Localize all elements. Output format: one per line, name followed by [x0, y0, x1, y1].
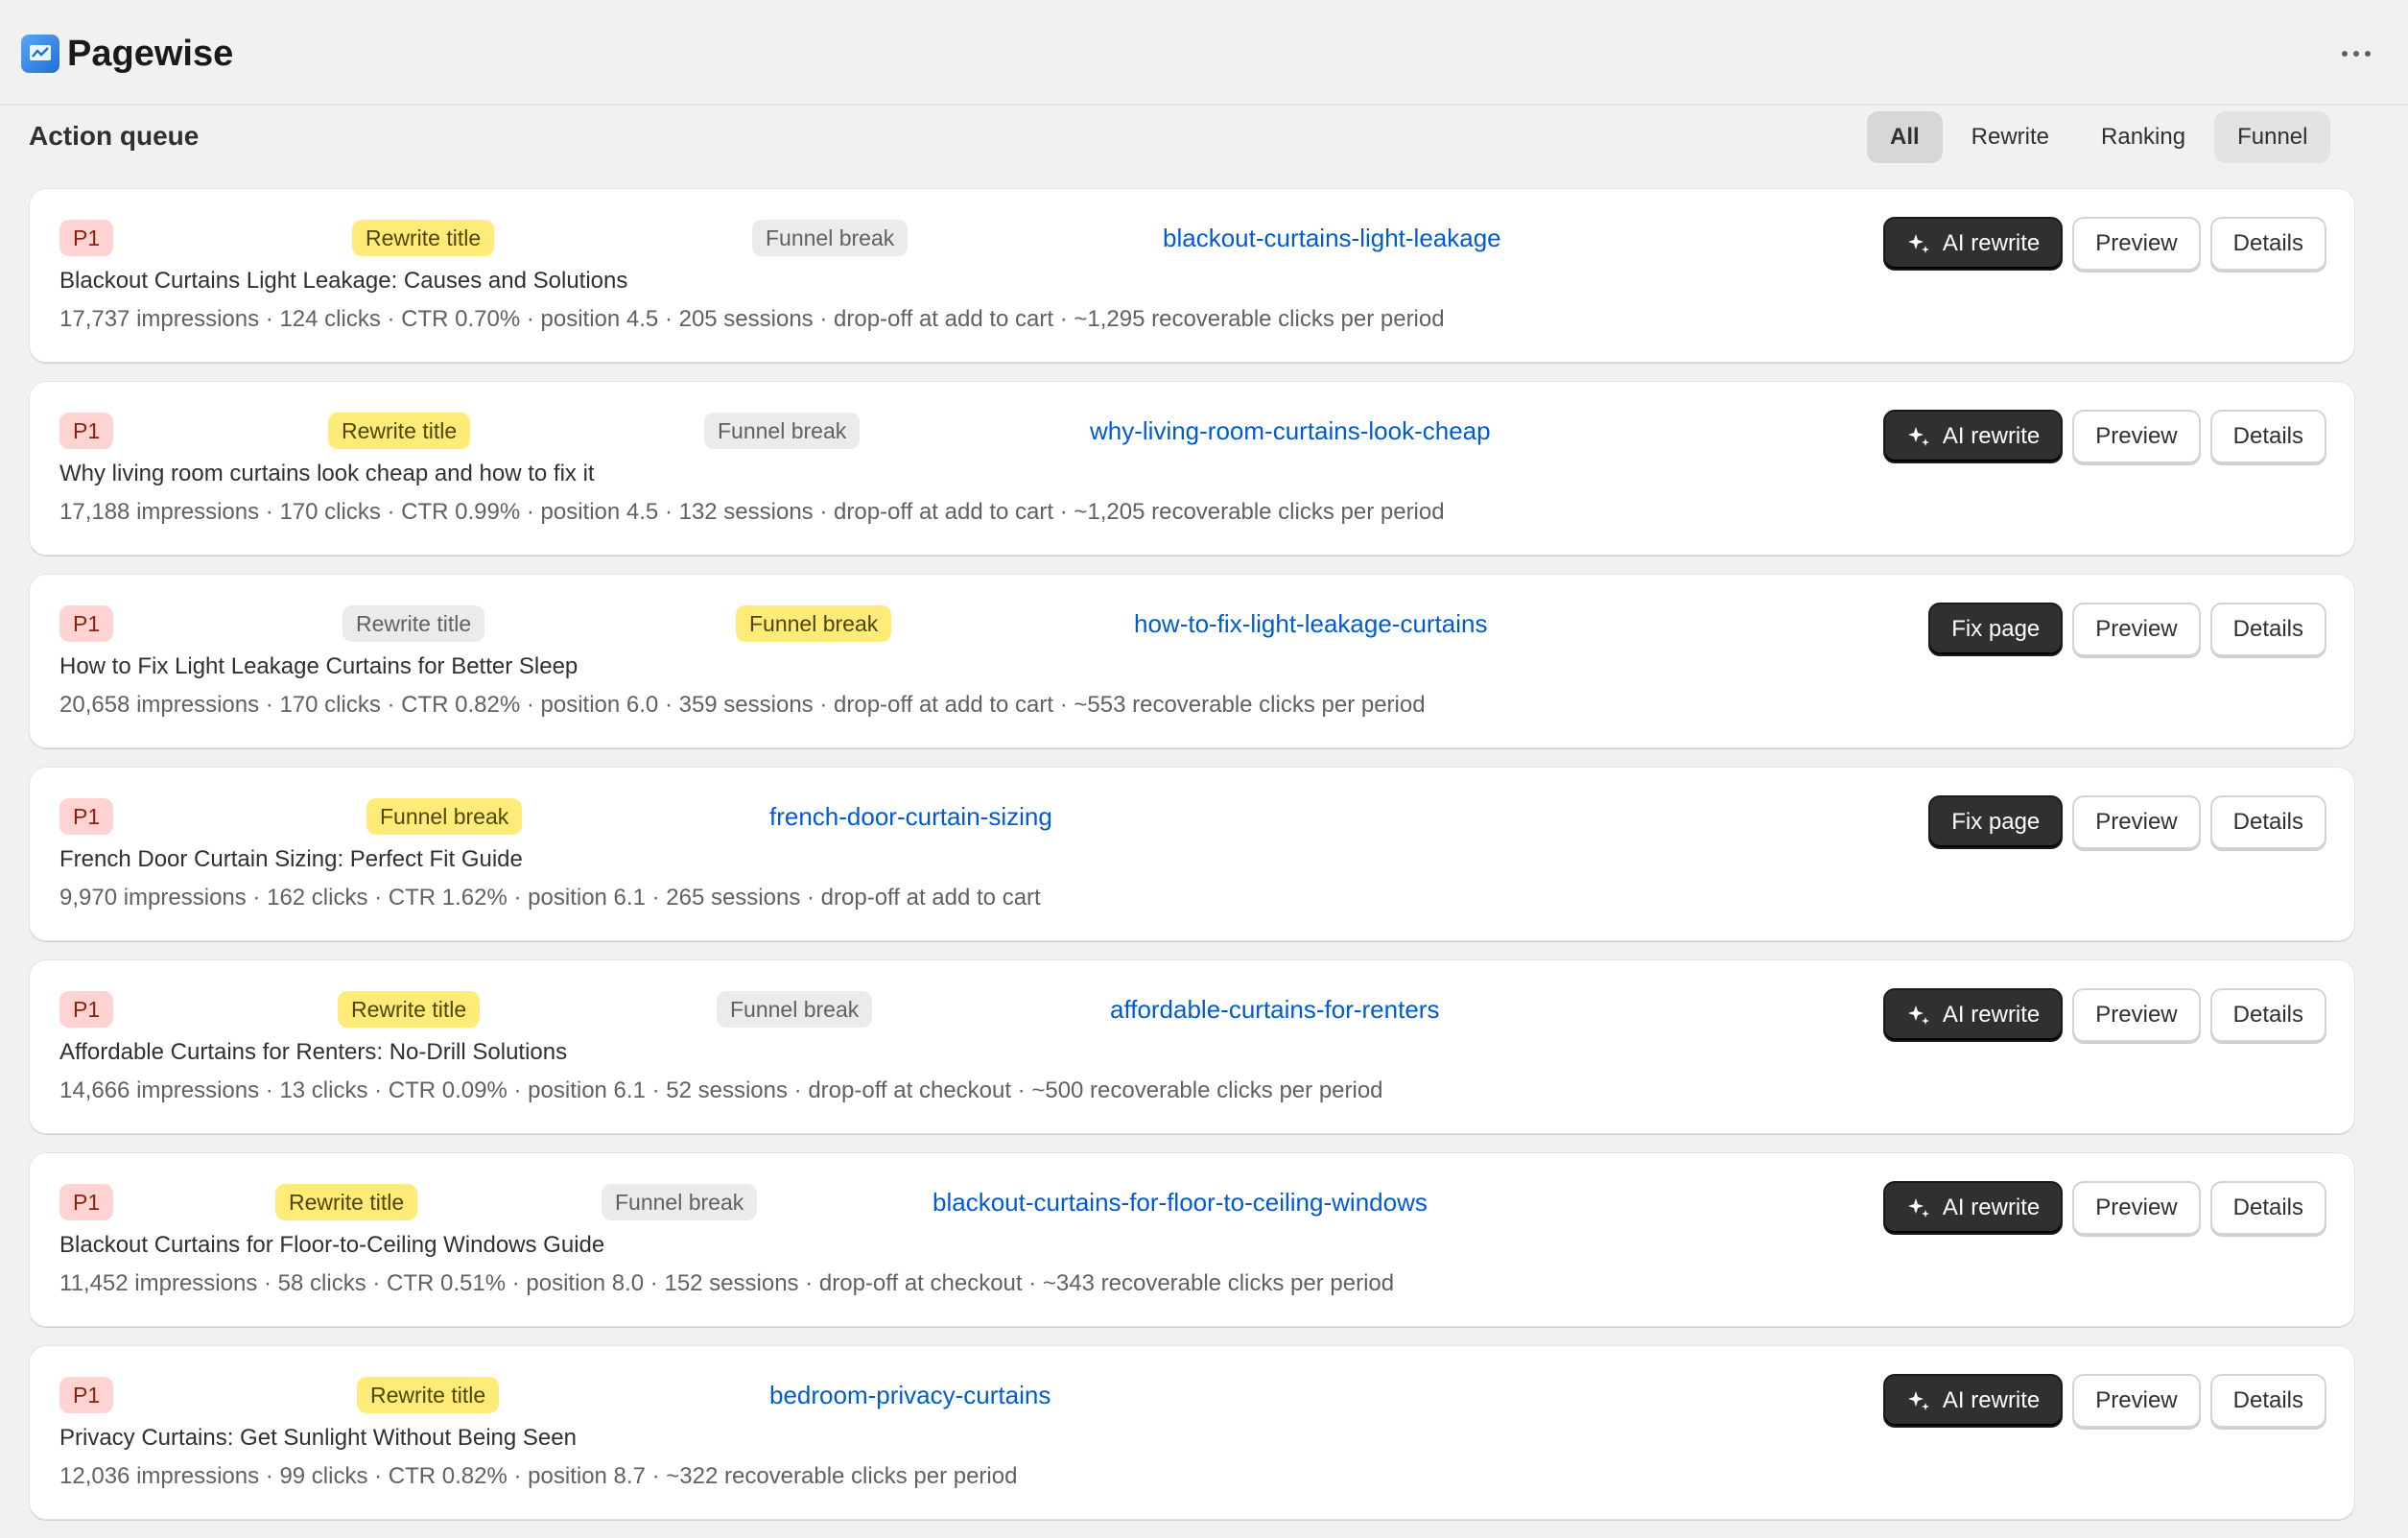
page-metrics: 17,188 impressions · 170 clicks · CTR 0.…: [59, 499, 1445, 525]
funnel-break-badge: Funnel break: [366, 798, 523, 835]
primary-action-label: AI rewrite: [1942, 1387, 2041, 1413]
details-button[interactable]: Details: [2209, 795, 2326, 849]
page-title: French Door Curtain Sizing: Perfect Fit …: [59, 846, 523, 872]
funnel-break-badge: Funnel break: [717, 991, 873, 1028]
details-button[interactable]: Details: [2209, 410, 2326, 463]
page-title: Privacy Curtains: Get Sunlight Without B…: [59, 1425, 577, 1451]
preview-button[interactable]: Preview: [2072, 603, 2201, 656]
rewrite-title-badge: Rewrite title: [328, 413, 471, 449]
page-title: Why living room curtains look cheap and …: [59, 461, 595, 486]
funnel-break-badge: Funnel break: [736, 605, 892, 642]
filter-tab-rewrite[interactable]: Rewrite: [1948, 111, 2072, 163]
priority-badge: P1: [59, 413, 114, 449]
queue-item-card: P1 Rewrite title Funnel break why-living-ro…: [29, 381, 2355, 556]
filter-tabs: All Rewrite Ranking Funnel: [1867, 111, 2331, 163]
priority-badge: P1: [59, 991, 114, 1028]
page-title: Blackout Curtains Light Leakage: Causes …: [59, 268, 628, 294]
priority-badge: P1: [59, 605, 114, 642]
primary-action-label: AI rewrite: [1942, 1195, 2041, 1220]
rewrite-title-badge: Rewrite title: [342, 605, 485, 642]
details-button[interactable]: Details: [2209, 603, 2326, 656]
queue-item-card: P1 Rewrite title Funnel break blackout-curt…: [29, 1152, 2355, 1327]
section-title: Action queue: [29, 121, 200, 151]
rewrite-title-badge: Rewrite title: [338, 991, 481, 1028]
priority-badge: P1: [59, 220, 114, 256]
preview-button[interactable]: Preview: [2072, 410, 2201, 463]
rewrite-title-badge: Rewrite title: [357, 1377, 500, 1413]
app-title: Pagewise: [67, 34, 234, 74]
ai-rewrite-button[interactable]: AI rewrite: [1882, 410, 2064, 463]
preview-button[interactable]: Preview: [2072, 1181, 2201, 1235]
fix-page-button[interactable]: Fix page: [1928, 603, 2064, 656]
fix-page-button[interactable]: Fix page: [1928, 795, 2064, 849]
action-queue-list: P1 Rewrite title Funnel break blackout-curt…: [29, 188, 2355, 1538]
item-actions: AI rewrite Preview Details: [1882, 988, 2326, 1042]
page-metrics: 20,658 impressions · 170 clicks · CTR 0.…: [59, 692, 1426, 718]
filter-tab-funnel[interactable]: Funnel: [2214, 111, 2331, 163]
item-actions: AI rewrite Preview Details: [1882, 1181, 2326, 1235]
page-slug-link[interactable]: french-door-curtain-sizing: [769, 802, 1052, 832]
item-actions: AI rewrite Preview Details: [1882, 410, 2326, 463]
funnel-break-badge: Funnel break: [602, 1184, 758, 1220]
ai-rewrite-button[interactable]: AI rewrite: [1882, 988, 2064, 1042]
preview-button[interactable]: Preview: [2072, 795, 2201, 849]
pagewise-logo-icon: [21, 35, 59, 73]
ai-rewrite-button[interactable]: AI rewrite: [1882, 1374, 2064, 1428]
rewrite-title-badge: Rewrite title: [352, 220, 495, 256]
primary-action-label: AI rewrite: [1942, 423, 2041, 449]
item-actions: Fix page Preview Details: [1928, 795, 2326, 849]
filter-tab-ranking[interactable]: Ranking: [2078, 111, 2208, 163]
sparkle-icon: [1906, 230, 1933, 257]
priority-badge: P1: [59, 798, 114, 835]
page-title: How to Fix Light Leakage Curtains for Be…: [59, 653, 578, 679]
queue-item-card: P1 Rewrite title Funnel break affordable-cu…: [29, 959, 2355, 1134]
page-slug-link[interactable]: blackout-curtains-light-leakage: [1163, 224, 1501, 253]
page-slug-link[interactable]: affordable-curtains-for-renters: [1110, 995, 1439, 1025]
sparkle-icon: [1906, 1195, 1933, 1221]
page-metrics: 9,970 impressions · 162 clicks · CTR 1.6…: [59, 885, 1041, 911]
page-metrics: 14,666 impressions · 13 clicks · CTR 0.0…: [59, 1077, 1383, 1103]
page-slug-link[interactable]: how-to-fix-light-leakage-curtains: [1134, 609, 1487, 639]
top-bar: Pagewise: [0, 0, 2408, 106]
details-button[interactable]: Details: [2209, 1181, 2326, 1235]
sparkle-icon: [1906, 1387, 1933, 1414]
more-horizontal-icon[interactable]: [2329, 35, 2383, 73]
page-metrics: 12,036 impressions · 99 clicks · CTR 0.8…: [59, 1463, 1018, 1489]
priority-badge: P1: [59, 1184, 114, 1220]
ai-rewrite-button[interactable]: AI rewrite: [1882, 1181, 2064, 1235]
preview-button[interactable]: Preview: [2072, 217, 2201, 271]
sparkle-icon: [1906, 1002, 1933, 1029]
queue-item-card: P1 Funnel break french-door-curtain-sizing…: [29, 767, 2355, 941]
sparkle-icon: [1906, 423, 1933, 450]
page-slug-link[interactable]: why-living-room-curtains-look-cheap: [1090, 416, 1491, 446]
preview-button[interactable]: Preview: [2072, 988, 2201, 1042]
primary-action-label: Fix page: [1951, 616, 2041, 642]
funnel-break-badge: Funnel break: [752, 220, 909, 256]
primary-action-label: Fix page: [1951, 809, 2041, 835]
priority-badge: P1: [59, 1377, 114, 1413]
primary-action-label: AI rewrite: [1942, 1002, 2041, 1028]
item-actions: AI rewrite Preview Details: [1882, 217, 2326, 271]
preview-button[interactable]: Preview: [2072, 1374, 2201, 1428]
page-title: Blackout Curtains for Floor-to-Ceiling W…: [59, 1232, 605, 1258]
filter-tab-all[interactable]: All: [1867, 111, 1943, 163]
page-title: Affordable Curtains for Renters: No-Dril…: [59, 1039, 568, 1065]
primary-action-label: AI rewrite: [1942, 230, 2041, 256]
page-metrics: 17,737 impressions · 124 clicks · CTR 0.…: [59, 306, 1445, 332]
item-actions: Fix page Preview Details: [1928, 603, 2326, 656]
queue-item-card: P1 Rewrite title bedroom-privacy-curtains P…: [29, 1345, 2355, 1520]
queue-item-card: P1 Rewrite title Funnel break blackout-curt…: [29, 188, 2355, 363]
page-slug-link[interactable]: blackout-curtains-for-floor-to-ceiling-w…: [933, 1188, 1428, 1218]
item-actions: AI rewrite Preview Details: [1882, 1374, 2326, 1428]
details-button[interactable]: Details: [2209, 217, 2326, 271]
page-slug-link[interactable]: bedroom-privacy-curtains: [769, 1381, 1051, 1410]
rewrite-title-badge: Rewrite title: [275, 1184, 418, 1220]
funnel-break-badge: Funnel break: [704, 413, 861, 449]
details-button[interactable]: Details: [2209, 988, 2326, 1042]
ai-rewrite-button[interactable]: AI rewrite: [1882, 217, 2064, 271]
details-button[interactable]: Details: [2209, 1374, 2326, 1428]
page-metrics: 11,452 impressions · 58 clicks · CTR 0.5…: [59, 1270, 1395, 1296]
queue-item-card: P1 Rewrite title Funnel break how-to-fix-li…: [29, 574, 2355, 748]
